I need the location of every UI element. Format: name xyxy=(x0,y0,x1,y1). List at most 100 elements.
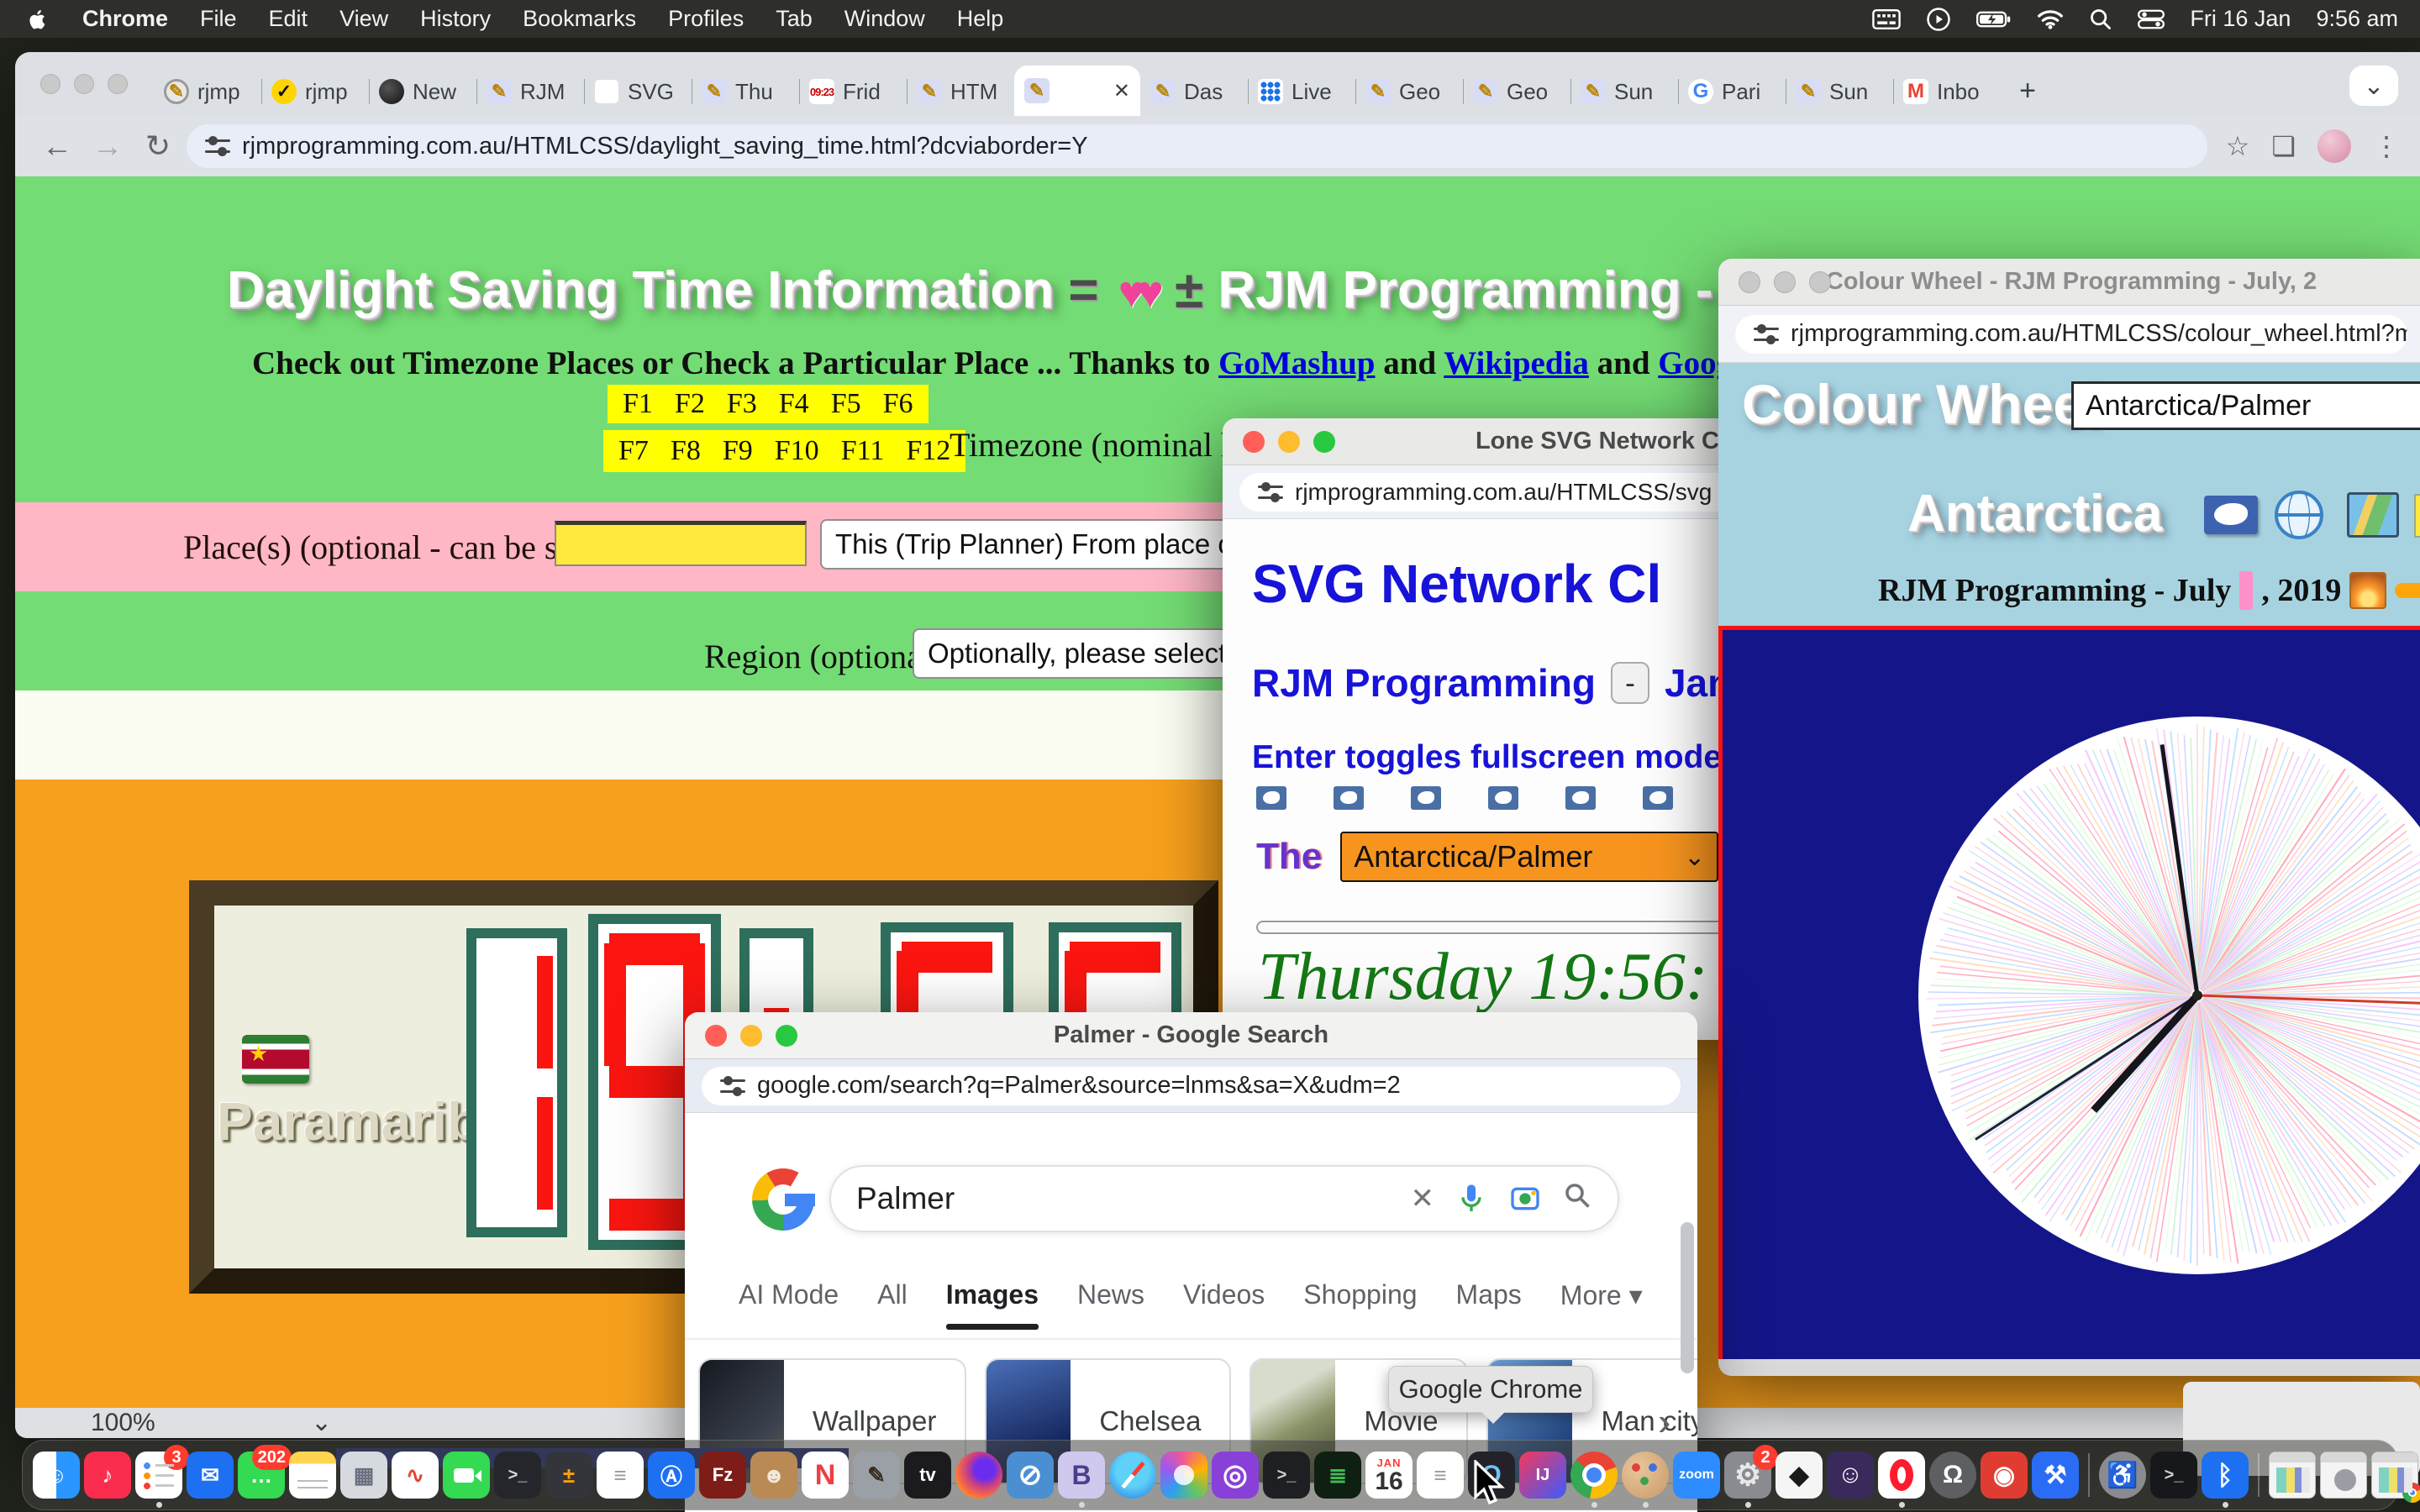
browser-tab[interactable]: ✎RJM xyxy=(476,67,584,116)
antarctica-flag-icon[interactable] xyxy=(1488,786,1518,810)
reload-button[interactable]: ↻ xyxy=(136,129,180,164)
dock-chrome[interactable] xyxy=(1570,1452,1618,1499)
dock-photos[interactable] xyxy=(1160,1452,1207,1499)
antarctica-flag-icon[interactable] xyxy=(1334,786,1364,810)
menu-item-view[interactable]: View xyxy=(339,6,388,32)
browser-tab[interactable]: ✎Geo xyxy=(1355,67,1463,116)
antarctica-flag-icon[interactable] xyxy=(2204,496,2258,534)
dock-app-store[interactable]: Ⓐ xyxy=(648,1452,695,1499)
minimize-window-button[interactable] xyxy=(1774,271,1796,293)
dock-textedit[interactable]: ≡ xyxy=(597,1452,644,1499)
fkey-f10[interactable]: F10 xyxy=(775,435,819,467)
minus-button[interactable]: - xyxy=(1611,662,1649,704)
filter-ai-mode[interactable]: AI Mode xyxy=(739,1279,839,1330)
bookmark-star-icon[interactable]: ☆ xyxy=(2226,130,2250,162)
dock-panda-app[interactable]: ☺ xyxy=(1827,1452,1874,1499)
dock-reminders[interactable]: 3 xyxy=(135,1452,182,1499)
fkey-f4[interactable]: F4 xyxy=(779,388,809,420)
fkey-f9[interactable]: F9 xyxy=(723,435,753,467)
site-settings-icon[interactable] xyxy=(720,1076,745,1096)
dock-accessibility-inspector[interactable]: ♿ xyxy=(2099,1452,2146,1499)
lens-search-icon[interactable] xyxy=(1508,1182,1542,1215)
dock-terminal[interactable]: >_ xyxy=(494,1452,541,1499)
browser-tab-active[interactable]: ✎✕ xyxy=(1014,66,1140,116)
browser-tab[interactable]: SVG xyxy=(584,67,692,116)
dock-finder[interactable]: ☺ xyxy=(33,1452,80,1499)
dock-screen-block-app[interactable]: ⊘ xyxy=(1007,1452,1054,1499)
dock-firefox[interactable] xyxy=(955,1452,1002,1499)
dock-messages[interactable]: …202 xyxy=(238,1452,285,1499)
dock-contacts[interactable]: ☻ xyxy=(750,1452,797,1499)
dock-mail[interactable]: ✉ xyxy=(187,1452,234,1499)
zoom-level[interactable]: 100% xyxy=(91,1409,155,1437)
browser-tab[interactable]: ✎Geo xyxy=(1463,67,1570,116)
dock-gauge-app[interactable]: ◉ xyxy=(1981,1452,2028,1499)
fkey-f6[interactable]: F6 xyxy=(883,388,913,420)
minimize-window-button[interactable] xyxy=(74,74,94,94)
browser-tab[interactable]: ✎Das xyxy=(1140,67,1248,116)
zoom-window-button[interactable] xyxy=(776,1025,797,1047)
dock-tooth-app[interactable]: Ω xyxy=(1929,1452,1976,1499)
dock-minimized-window[interactable] xyxy=(2320,1452,2367,1499)
dock-zoom[interactable]: zoom xyxy=(1673,1452,1720,1499)
google-logo[interactable] xyxy=(752,1168,814,1231)
timezone-input[interactable]: Antarctica/Palmer xyxy=(2071,381,2420,430)
dock-pottery-app[interactable] xyxy=(1622,1452,1669,1499)
dock-minimized-chrome-window[interactable] xyxy=(2371,1452,2418,1499)
minimize-window-button[interactable] xyxy=(1278,431,1300,453)
site-settings-icon[interactable] xyxy=(205,136,230,156)
places-input[interactable] xyxy=(555,521,807,566)
dock-inkscape[interactable]: ◆ xyxy=(1776,1452,1823,1499)
filter-images[interactable]: Images xyxy=(946,1279,1039,1330)
window-controls[interactable] xyxy=(1243,431,1335,453)
close-tab-icon[interactable]: ✕ xyxy=(1113,79,1130,103)
dock-calendar[interactable]: JAN16 xyxy=(1365,1452,1413,1499)
trip-planner-select[interactable]: This (Trip Planner) From place can go l xyxy=(820,519,1292,570)
dock-opera[interactable] xyxy=(1878,1452,1925,1499)
forward-button[interactable]: → xyxy=(86,129,129,164)
dock-terminal-2[interactable]: >_ xyxy=(1263,1452,1310,1499)
browser-tab[interactable]: ✎Sun xyxy=(1786,67,1893,116)
timezone-select[interactable]: Antarctica/Palmer ⌄ xyxy=(1340,832,1718,882)
filter-maps[interactable]: Maps xyxy=(1456,1279,1522,1330)
dock-podcasts[interactable]: ◎ xyxy=(1212,1452,1259,1499)
antarctica-flag-icon[interactable] xyxy=(1256,786,1286,810)
browser-tab[interactable]: ✎rjmp xyxy=(154,67,261,116)
voice-search-icon[interactable] xyxy=(1455,1182,1488,1215)
dock-minimized-document[interactable] xyxy=(2269,1452,2316,1499)
filter-more[interactable]: More ▾ xyxy=(1560,1279,1643,1330)
filter-news[interactable]: News xyxy=(1077,1279,1144,1330)
link-gomashup[interactable]: GoMashup xyxy=(1218,345,1375,381)
fkey-f7[interactable]: F7 xyxy=(618,435,649,467)
new-tab-button[interactable]: + xyxy=(2009,72,2046,109)
dock-launchpad[interactable]: ▦ xyxy=(340,1452,387,1499)
scrollbar-thumb[interactable] xyxy=(1681,1222,1694,1373)
fkey-f12[interactable]: F12 xyxy=(906,435,950,467)
menu-item-profiles[interactable]: Profiles xyxy=(668,6,744,32)
antarctica-flag-icon[interactable] xyxy=(1565,786,1596,810)
menu-item-file[interactable]: File xyxy=(200,6,237,32)
menu-item-help[interactable]: Help xyxy=(957,6,1004,32)
browser-tab[interactable]: GPari xyxy=(1678,67,1786,116)
window-controls[interactable] xyxy=(40,74,128,94)
dock-news[interactable]: N xyxy=(802,1452,849,1499)
address-bar[interactable]: rjmprogramming.com.au/HTMLCSS/daylight_s… xyxy=(187,124,2207,168)
back-button[interactable]: ← xyxy=(35,129,79,164)
link-wikipedia[interactable]: Wikipedia xyxy=(1444,345,1589,381)
address-bar[interactable]: google.com/search?q=Palmer&source=lnms&s… xyxy=(685,1059,1697,1113)
menu-dots-icon[interactable]: ⋮ xyxy=(2373,130,2400,162)
dock-music[interactable]: ♪ xyxy=(84,1452,131,1499)
browser-tab[interactable]: ✎Sun xyxy=(1570,67,1678,116)
browser-tab[interactable]: New xyxy=(369,67,476,116)
globe-icon[interactable] xyxy=(2275,491,2323,539)
dock-terminal-3[interactable]: >_ xyxy=(2150,1452,2197,1499)
fkey-f8[interactable]: F8 xyxy=(671,435,701,467)
close-window-button[interactable] xyxy=(705,1025,727,1047)
menu-item-history[interactable]: History xyxy=(420,6,491,32)
wifi-icon[interactable] xyxy=(2037,9,2064,29)
zoom-window-button[interactable] xyxy=(108,74,128,94)
apple-logo-icon[interactable] xyxy=(25,7,50,32)
browser-tab[interactable]: ✎HTM xyxy=(907,67,1014,116)
spotlight-search-icon[interactable] xyxy=(2089,8,2112,31)
dock-bluetooth[interactable]: ᛒ xyxy=(2202,1452,2249,1499)
